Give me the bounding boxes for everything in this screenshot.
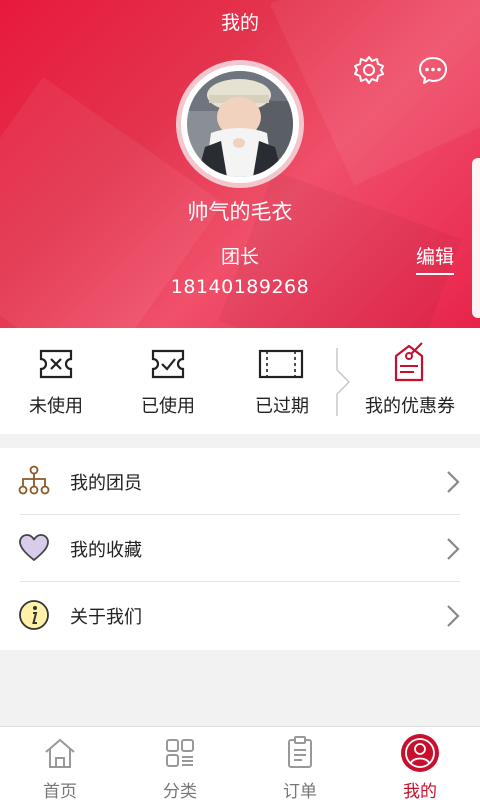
profile-menu: 我的团员 我的收藏 关于我们 [0, 448, 480, 650]
ticket-check-icon [150, 348, 186, 384]
category-grid-icon [162, 735, 198, 771]
coupon-used-label: 已使用 [141, 396, 195, 417]
info-icon [18, 599, 50, 631]
menu-item-about-us[interactable]: 关于我们 [0, 582, 480, 649]
coupon-bar: 未使用 已使用 已过期 我的优惠券 [0, 328, 480, 434]
my-coupons[interactable]: 我的优惠券 [352, 328, 468, 434]
nav-label: 订单 [283, 782, 317, 800]
profile-icon [400, 733, 440, 773]
edit-profile-link[interactable]: 编辑 [416, 242, 455, 275]
menu-item-favorites[interactable]: 我的收藏 [0, 515, 480, 582]
profile-page: 我的 帅气的毛衣 团长 18140189268 编辑 未使用 已使用 已过期 我… [0, 0, 480, 800]
nav-category[interactable]: 分类 [120, 727, 240, 800]
heart-icon [18, 532, 50, 564]
profile-header: 我的 帅气的毛衣 团长 18140189268 编辑 [0, 0, 480, 328]
avatar[interactable] [176, 60, 304, 188]
nav-orders[interactable]: 订单 [240, 727, 360, 800]
my-coupons-label: 我的优惠券 [365, 396, 455, 417]
menu-item-label: 关于我们 [70, 607, 142, 628]
coupon-expired[interactable]: 已过期 [224, 328, 340, 434]
chat-bubble-icon[interactable] [417, 54, 449, 86]
coupon-expired-label: 已过期 [255, 396, 309, 417]
coupon-unused[interactable]: 未使用 [0, 328, 112, 434]
coupon-used[interactable]: 已使用 [112, 328, 224, 434]
team-tree-icon [18, 465, 50, 497]
order-list-icon [282, 735, 318, 771]
nav-label: 分类 [163, 782, 197, 800]
home-icon [42, 735, 78, 771]
coupon-unused-label: 未使用 [29, 396, 83, 417]
menu-item-my-team[interactable]: 我的团员 [0, 448, 480, 515]
username: 帅气的毛衣 [187, 200, 293, 224]
ticket-x-icon [38, 348, 74, 384]
nav-home[interactable]: 首页 [0, 727, 120, 800]
gear-icon[interactable] [353, 54, 385, 86]
chevron-right-icon [447, 471, 460, 493]
phone-number: 18140189268 [170, 276, 310, 298]
nav-profile[interactable]: 我的 [360, 727, 480, 800]
page-title: 我的 [220, 12, 259, 34]
role-label: 团长 [220, 246, 259, 268]
bottom-nav: 首页 分类 订单 我的 [0, 726, 480, 800]
coupon-tag-icon [392, 342, 426, 386]
menu-item-label: 我的收藏 [70, 540, 142, 561]
divider-arrow [336, 348, 351, 416]
side-pull-tab[interactable] [472, 158, 480, 318]
ticket-expired-icon [258, 348, 304, 384]
avatar-photo [187, 71, 293, 177]
nav-label: 首页 [43, 782, 77, 800]
chevron-right-icon [447, 538, 460, 560]
chevron-right-icon [447, 605, 460, 627]
nav-label: 我的 [403, 782, 437, 800]
menu-item-label: 我的团员 [70, 473, 142, 494]
